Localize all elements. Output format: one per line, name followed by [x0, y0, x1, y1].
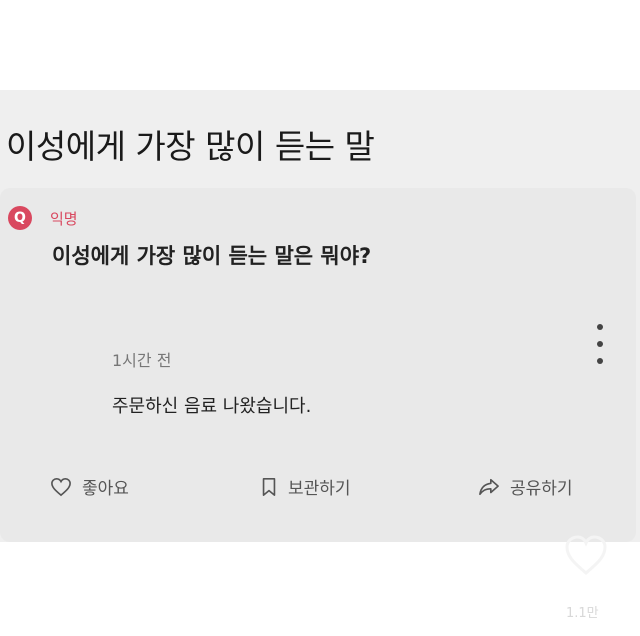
save-label: 보관하기 [288, 479, 351, 499]
overlay-heart-icon[interactable] [563, 533, 609, 577]
share-button[interactable]: 공유하기 [478, 474, 573, 499]
more-vertical-icon[interactable] [594, 324, 606, 364]
q-badge-icon: Q [8, 206, 32, 230]
share-arrow-icon [479, 478, 499, 495]
comment-time: 1시간 전 [112, 351, 172, 370]
post-title: 이성에게 가장 많이 듣는 말 [6, 127, 375, 166]
like-label: 좋아요 [82, 479, 129, 499]
comment-text: 주문하신 음료 나왔습니다. [112, 396, 312, 417]
save-button[interactable]: 보관하기 [260, 474, 351, 499]
share-label: 공유하기 [510, 479, 573, 499]
author-name: 익명 [50, 209, 78, 228]
overlay-count: 1.1만 [566, 606, 599, 621]
bookmark-icon [262, 477, 276, 496]
heart-icon [51, 477, 71, 496]
question-text: 이성에게 가장 많이 듣는 말은 뭐야? [52, 244, 372, 268]
author-row: Q 익명 [8, 206, 78, 230]
like-button[interactable]: 좋아요 [50, 474, 129, 499]
